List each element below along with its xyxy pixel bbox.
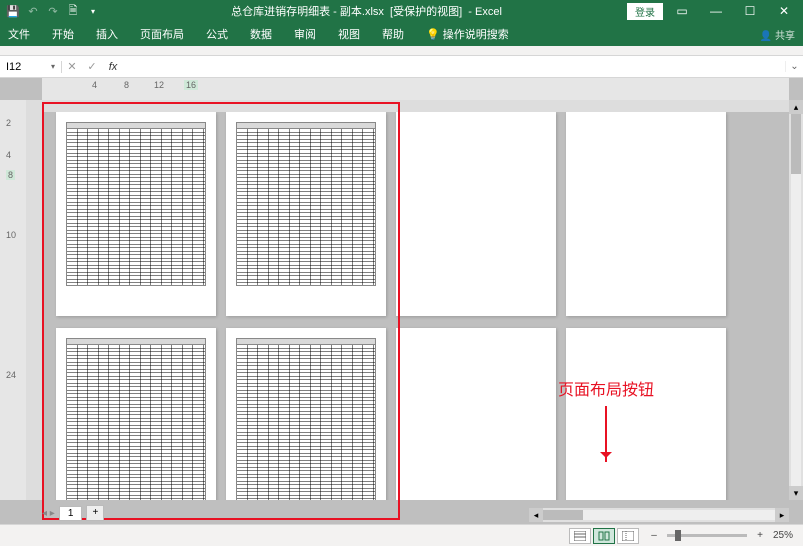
ruler-h-label: 4 bbox=[92, 80, 97, 90]
zoom-control: – + 25% bbox=[647, 530, 793, 541]
ruler-h-label: 12 bbox=[154, 80, 164, 90]
window-title: 总仓库进销存明细表 - 副本.xlsx [受保护的视图] - Excel bbox=[106, 3, 627, 19]
status-bar: – + 25% bbox=[0, 524, 803, 546]
share-button[interactable]: 👤 共享 bbox=[760, 27, 795, 42]
formula-enter-icon[interactable]: ✓ bbox=[82, 60, 102, 73]
zoom-out-button[interactable]: – bbox=[647, 530, 661, 541]
tab-formulas[interactable]: 公式 bbox=[206, 26, 228, 42]
tab-layout[interactable]: 页面布局 bbox=[140, 26, 184, 42]
ribbon-options-icon[interactable]: ▭ bbox=[667, 4, 697, 18]
name-box[interactable]: I12 ▾ bbox=[0, 61, 62, 73]
tell-me[interactable]: 💡 操作说明搜索 bbox=[426, 26, 509, 42]
sheet-tab[interactable]: 1 bbox=[59, 506, 83, 521]
scroll-thumb[interactable] bbox=[791, 114, 801, 174]
scroll-down-icon[interactable]: ▾ bbox=[789, 486, 803, 500]
page-layout-view-button[interactable] bbox=[593, 528, 615, 544]
tab-home[interactable]: 开始 bbox=[52, 26, 74, 42]
vertical-ruler[interactable]: 2 4 8 10 24 bbox=[0, 100, 26, 500]
ruler-h-label: 8 bbox=[124, 80, 129, 90]
tab-view[interactable]: 视图 bbox=[338, 26, 360, 42]
redo-icon[interactable]: ↷ bbox=[46, 4, 60, 18]
ruler-v-label: 4 bbox=[6, 150, 11, 160]
title-bar: 💾 ↶ ↷ 🗎 ▾ 总仓库进销存明细表 - 副本.xlsx [受保护的视图] -… bbox=[0, 0, 803, 22]
formula-cancel-icon[interactable]: ✕ bbox=[62, 60, 82, 73]
maximize-button[interactable]: ☐ bbox=[735, 4, 765, 18]
page-break-view-button[interactable] bbox=[617, 528, 639, 544]
zoom-level[interactable]: 25% bbox=[773, 530, 793, 541]
qat-dropdown-icon[interactable]: ▾ bbox=[86, 4, 100, 18]
annotation-arrow-icon bbox=[605, 406, 607, 462]
quickprint-icon[interactable]: 🗎 bbox=[66, 4, 80, 18]
save-icon[interactable]: 💾 bbox=[6, 4, 20, 18]
ribbon-tabs: 文件 开始 插入 页面布局 公式 数据 审阅 视图 帮助 💡 操作说明搜索 👤 … bbox=[0, 22, 803, 46]
annotation-text: 页面布局按钮 bbox=[558, 382, 654, 399]
horizontal-ruler[interactable]: 4 8 12 16 bbox=[42, 78, 789, 100]
protected-view-label: [受保护的视图] bbox=[390, 6, 462, 18]
page-preview[interactable] bbox=[396, 112, 556, 316]
formula-expand-icon[interactable]: ⌄ bbox=[785, 61, 803, 72]
tab-help[interactable]: 帮助 bbox=[382, 26, 404, 42]
page-preview[interactable] bbox=[566, 112, 726, 316]
vertical-scrollbar[interactable]: ▴ ▾ bbox=[789, 100, 803, 500]
page-preview[interactable] bbox=[226, 112, 386, 316]
normal-view-button[interactable] bbox=[569, 528, 591, 544]
page-preview[interactable] bbox=[226, 328, 386, 500]
login-button[interactable]: 登录 bbox=[627, 3, 663, 20]
page-preview[interactable] bbox=[56, 328, 216, 500]
scroll-left-icon[interactable]: ◂ bbox=[529, 508, 543, 522]
zoom-thumb[interactable] bbox=[675, 530, 681, 541]
page-preview[interactable] bbox=[396, 328, 556, 500]
ruler-v-label: 24 bbox=[6, 370, 16, 380]
row-header-ruler[interactable] bbox=[26, 100, 42, 500]
close-button[interactable]: ✕ bbox=[769, 4, 799, 18]
name-box-caret-icon[interactable]: ▾ bbox=[51, 62, 55, 71]
column-header-ruler[interactable] bbox=[42, 100, 789, 112]
sheet-tab-bar: ◂ ▸ 1 + bbox=[42, 502, 104, 524]
annotation-callout: 页面布局按钮 bbox=[546, 376, 666, 462]
ruler-v-label: 10 bbox=[6, 230, 16, 240]
ruler-v-label: 2 bbox=[6, 118, 11, 128]
tell-me-label: 操作说明搜索 bbox=[443, 29, 509, 41]
scroll-thumb[interactable] bbox=[543, 510, 583, 520]
tab-data[interactable]: 数据 bbox=[250, 26, 272, 42]
zoom-slider[interactable] bbox=[667, 534, 747, 537]
scroll-right-icon[interactable]: ▸ bbox=[775, 508, 789, 522]
name-box-value: I12 bbox=[6, 61, 21, 73]
page-layout-canvas[interactable] bbox=[42, 112, 789, 500]
app-name: Excel bbox=[475, 6, 502, 18]
view-switcher bbox=[569, 528, 639, 544]
sheet-add-button[interactable]: + bbox=[86, 505, 104, 521]
formula-bar: I12 ▾ ✕ ✓ fx ⌄ bbox=[0, 56, 803, 78]
horizontal-scrollbar[interactable]: ◂ ▸ bbox=[529, 508, 789, 522]
zoom-in-button[interactable]: + bbox=[753, 530, 767, 541]
document-name: 总仓库进销存明细表 - 副本.xlsx bbox=[231, 6, 384, 18]
share-label: 共享 bbox=[775, 31, 795, 42]
ruler-v-label: 8 bbox=[6, 170, 15, 180]
ruler-h-label: 16 bbox=[184, 80, 198, 90]
tab-review[interactable]: 审阅 bbox=[294, 26, 316, 42]
scroll-up-icon[interactable]: ▴ bbox=[789, 100, 803, 114]
page-preview[interactable] bbox=[56, 112, 216, 316]
fx-icon[interactable]: fx bbox=[102, 61, 124, 73]
worksheet-area: 4 8 12 16 2 4 8 10 24 页面布局按钮 ◂ ▸ 1 + ◂ ▸ bbox=[0, 78, 803, 524]
ribbon-collapsed-bar bbox=[0, 46, 803, 56]
undo-icon[interactable]: ↶ bbox=[26, 4, 40, 18]
tab-insert[interactable]: 插入 bbox=[96, 26, 118, 42]
minimize-button[interactable]: — bbox=[701, 4, 731, 18]
tab-file[interactable]: 文件 bbox=[8, 26, 30, 42]
formula-input[interactable] bbox=[124, 56, 785, 77]
